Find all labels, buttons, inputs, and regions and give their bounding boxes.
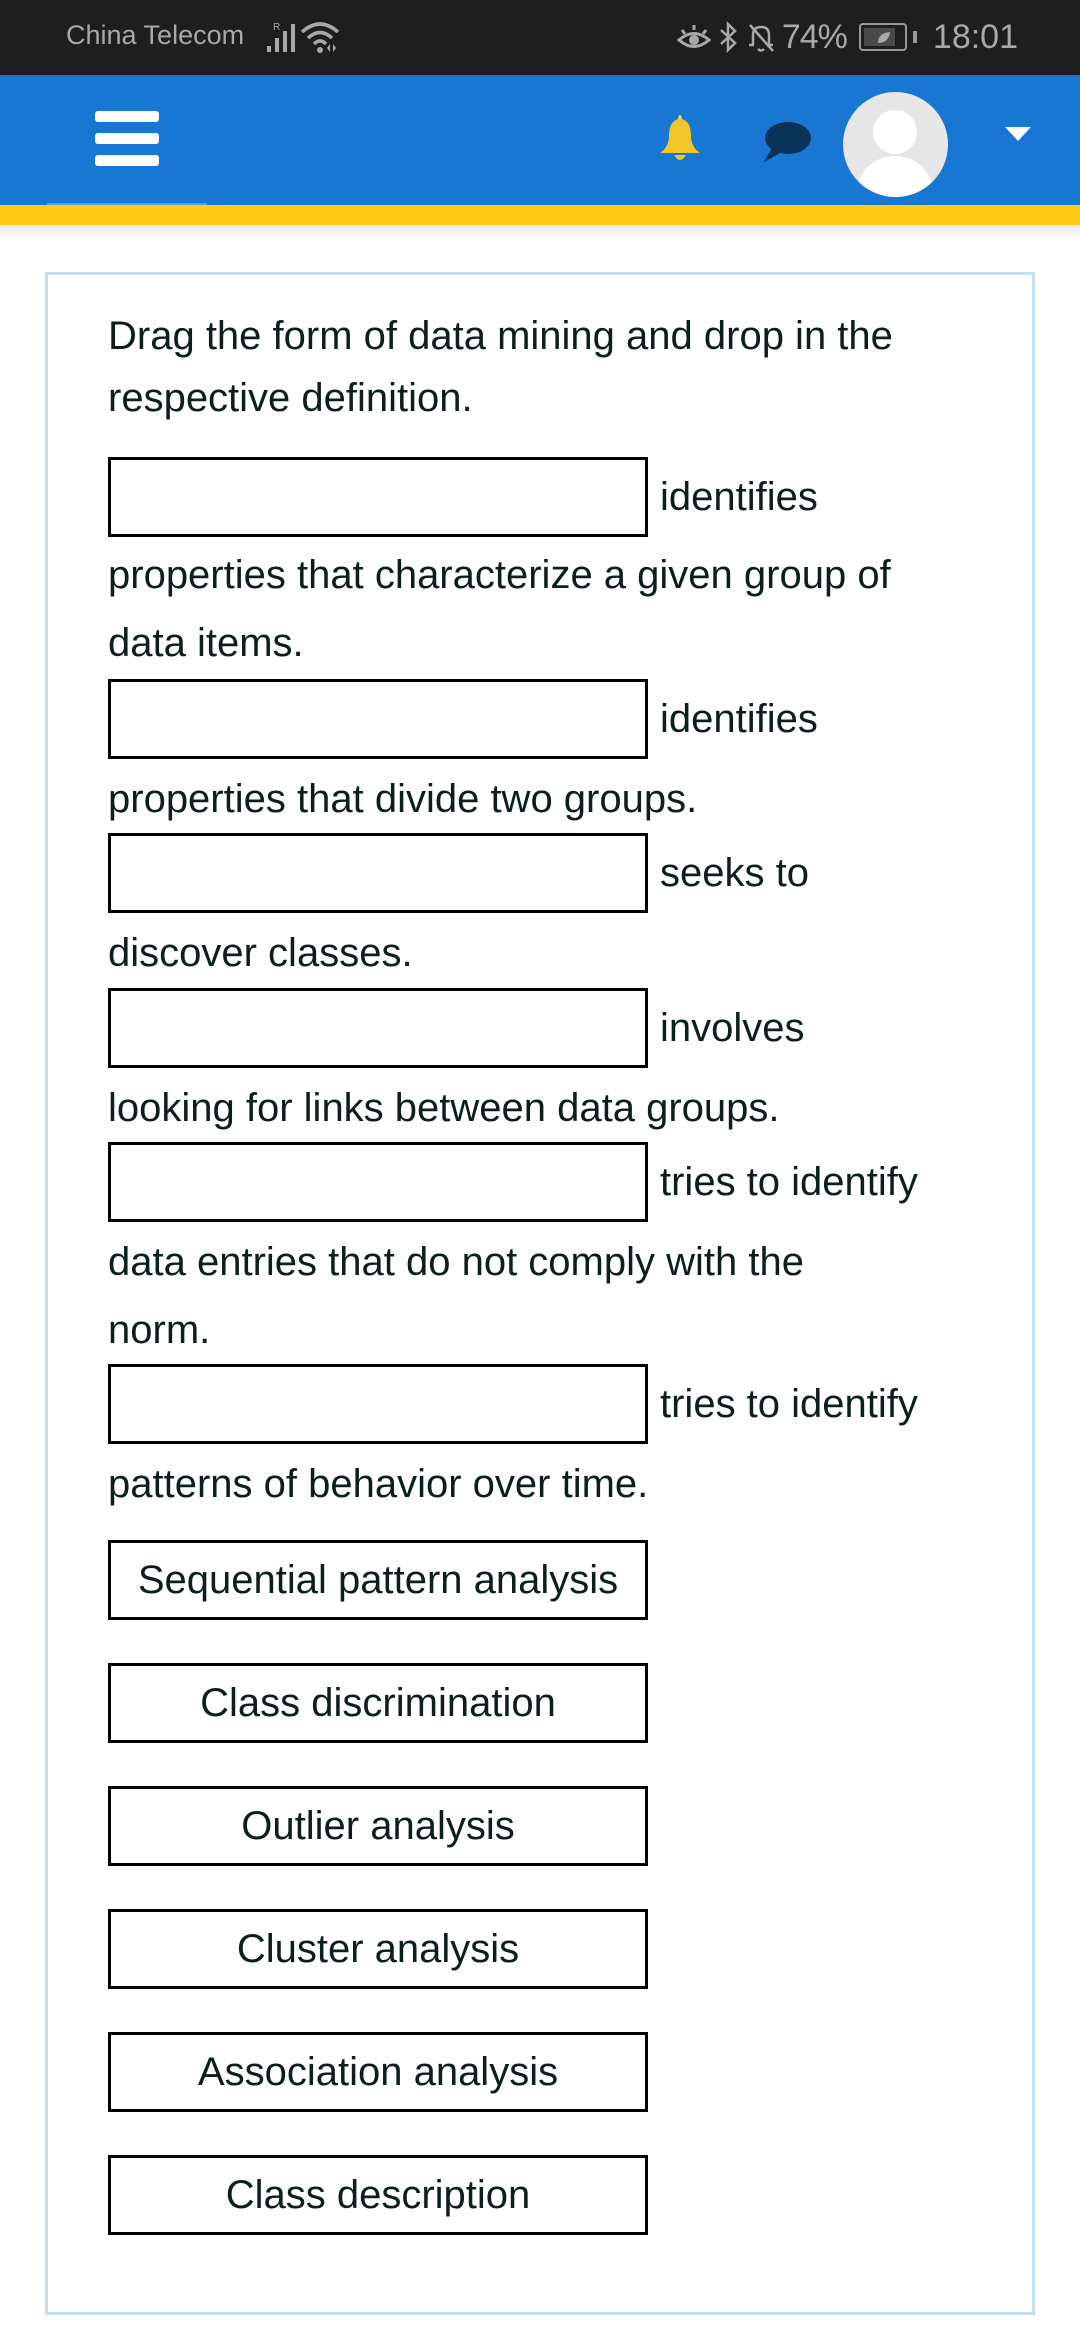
status-icons: 74% 18:01 <box>676 14 1018 60</box>
eye-comfort-icon <box>676 25 712 48</box>
definition-line: data entries that do not comply with the <box>108 1240 804 1284</box>
drop-zone-2[interactable] <box>108 679 648 759</box>
status-bar: China Telecom R 74% 18:01 <box>0 0 1080 75</box>
drop-zone-6[interactable] <box>108 1364 648 1444</box>
clock: 18:01 <box>932 17 1018 56</box>
battery-saver-icon <box>858 23 907 51</box>
drag-option-association-analysis[interactable]: Association analysis <box>108 2032 648 2112</box>
drop-zone-1[interactable] <box>108 457 648 537</box>
top-navbar <box>0 75 1080 205</box>
definition-line: discover classes. <box>108 931 413 975</box>
hamburger-icon[interactable] <box>95 111 159 167</box>
mute-icon <box>748 24 774 52</box>
definition-text-4: looking for links between data groups. <box>108 1077 780 1139</box>
drop-zone-4[interactable] <box>108 988 648 1068</box>
definition-text-1: properties that characterize a given gro… <box>108 544 891 674</box>
definition-lead-6: tries to identify <box>660 1382 918 1426</box>
battery-tip <box>912 31 917 43</box>
drag-option-cluster-analysis[interactable]: Cluster analysis <box>108 1909 648 1989</box>
definition-text-6: patterns of behavior over time. <box>108 1453 648 1515</box>
accent-stripe <box>0 205 1080 225</box>
definition-text-2: properties that divide two groups. <box>108 768 697 830</box>
caret-down-icon[interactable] <box>1005 127 1031 141</box>
question-instruction: Drag the form of data mining and drop in… <box>108 305 893 429</box>
definition-line: patterns of behavior over time. <box>108 1462 649 1506</box>
drag-option-sequential-pattern-analysis[interactable]: Sequential pattern analysis <box>108 1540 648 1620</box>
definition-line: properties that divide two groups. <box>108 777 698 821</box>
bluetooth-icon <box>719 21 737 53</box>
wifi-icon <box>300 22 340 53</box>
definition-line: properties that characterize a given gro… <box>108 553 891 597</box>
roaming-indicator: R <box>273 22 280 33</box>
definition-line: data items. <box>108 621 304 665</box>
drag-option-outlier-analysis[interactable]: Outlier analysis <box>108 1786 648 1866</box>
drag-option-class-discrimination[interactable]: Class discrimination <box>108 1663 648 1743</box>
definition-lead-5: tries to identify <box>660 1160 918 1204</box>
definition-text-3: discover classes. <box>108 922 413 984</box>
instruction-line: respective definition. <box>108 376 473 420</box>
definition-text-5: data entries that do not comply with the… <box>108 1231 804 1361</box>
carrier-name: China Telecom <box>66 20 245 50</box>
definition-lead-4: involves <box>660 1006 805 1050</box>
chat-bubble-icon[interactable] <box>760 120 812 164</box>
definition-line: looking for links between data groups. <box>108 1086 780 1130</box>
signal-icon: R <box>267 22 295 52</box>
definition-lead-3: seeks to <box>660 851 809 895</box>
user-avatar-icon[interactable] <box>843 92 948 197</box>
navbar-shadow <box>0 225 1080 239</box>
bell-icon[interactable] <box>656 113 704 165</box>
drop-zone-3[interactable] <box>108 833 648 913</box>
battery-percent: 74% <box>781 17 848 56</box>
definition-lead-1: identifies <box>660 475 818 519</box>
instruction-line: Drag the form of data mining and drop in… <box>108 314 893 358</box>
definition-lead-2: identifies <box>660 697 818 741</box>
drag-option-class-description[interactable]: Class description <box>108 2155 648 2235</box>
drop-zone-5[interactable] <box>108 1142 648 1222</box>
definition-line: norm. <box>108 1308 211 1352</box>
